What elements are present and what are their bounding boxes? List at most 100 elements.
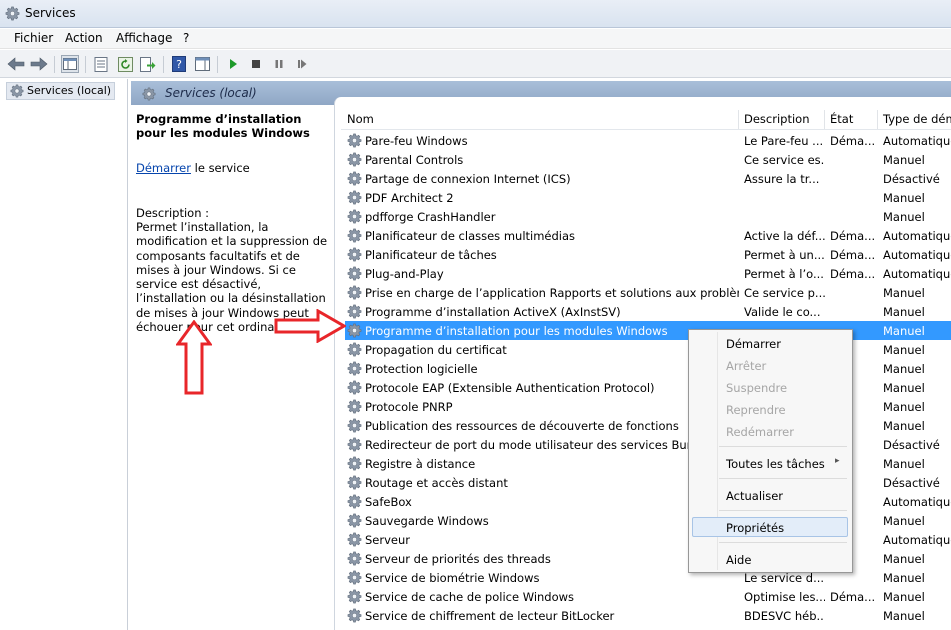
service-startup-type: Manuel — [883, 343, 925, 357]
service-startup-type: Automatique — [883, 267, 951, 281]
svg-text:?: ? — [176, 58, 182, 71]
table-row[interactable]: Service de biométrie Windows Le service d… — [345, 568, 951, 587]
service-name: Propagation du certificat — [365, 343, 507, 357]
toolbar-separator — [54, 56, 55, 73]
service-name: Serveur de priorités des threads — [365, 552, 551, 566]
context-menu-restart[interactable]: Redémarrer — [726, 425, 794, 439]
column-header-state[interactable]: État — [826, 110, 878, 129]
service-gear-icon — [347, 380, 362, 395]
table-row[interactable]: Serveur de priorités des threads Manuel — [345, 549, 951, 568]
menu-file[interactable]: Fichier — [14, 31, 53, 45]
service-description: BDESVC héb... — [744, 609, 825, 623]
service-startup-type: Manuel — [883, 324, 925, 338]
service-gear-icon — [347, 228, 362, 243]
service-description: Active la déf... — [744, 229, 825, 243]
back-arrow-icon[interactable] — [7, 55, 25, 73]
pause-service-icon[interactable] — [270, 55, 288, 73]
table-row[interactable]: Programme d’installation ActiveX (AxInst… — [345, 302, 951, 321]
service-gear-icon — [347, 285, 362, 300]
table-row[interactable]: Planificateur de classes multimédias Acti… — [345, 226, 951, 245]
column-header-description[interactable]: Description — [740, 110, 825, 129]
service-name: Partage de connexion Internet (ICS) — [365, 172, 571, 186]
service-state — [830, 286, 876, 300]
table-row[interactable]: PDF Architect 2 Manuel — [345, 188, 951, 207]
column-header-startup-type[interactable]: Type de démarrage — [879, 110, 951, 129]
refresh-icon[interactable] — [116, 55, 134, 73]
service-state — [830, 305, 876, 319]
table-row[interactable]: Protocole PNRP Manuel — [345, 397, 951, 416]
table-row[interactable]: Service de cache de police Windows Optimi… — [345, 587, 951, 606]
start-service-link[interactable]: Démarrer — [136, 161, 191, 175]
service-title: Programme d’installation pour les module… — [136, 112, 310, 140]
service-name: Service de chiffrement de lecteur BitLoc… — [365, 609, 615, 623]
export-list-icon[interactable] — [139, 55, 157, 73]
service-state: Déma... — [830, 248, 876, 262]
help-book-icon[interactable]: ? — [170, 55, 188, 73]
menu-view[interactable]: Affichage — [116, 31, 172, 45]
table-row[interactable]: Publication des ressources de découverte… — [345, 416, 951, 435]
context-menu-help[interactable]: Aide — [726, 553, 751, 567]
table-row[interactable]: Protection logicielle Manuel — [345, 359, 951, 378]
table-row[interactable]: Sauvegarde Windows Manuel — [345, 511, 951, 530]
menu-action[interactable]: Action — [65, 31, 103, 45]
table-row[interactable]: Registre à distance Manuel — [345, 454, 951, 473]
table-row[interactable]: Protocole EAP (Extensible Authentication… — [345, 378, 951, 397]
column-header-name[interactable]: Nom — [343, 110, 739, 129]
table-row[interactable]: SafeBox Automatique — [345, 492, 951, 511]
table-row[interactable]: Planificateur de tâches Permet à un... Dém… — [345, 245, 951, 264]
service-gear-icon — [347, 570, 362, 585]
show-hide-console-tree-icon[interactable] — [61, 55, 79, 73]
show-action-pane-icon[interactable] — [193, 55, 211, 73]
service-startup-type: Manuel — [883, 514, 925, 528]
table-row[interactable]: Parental Controls Ce service es... Manuel — [345, 150, 951, 169]
table-row[interactable]: Partage de connexion Internet (ICS) Assur… — [345, 169, 951, 188]
service-gear-icon — [347, 304, 362, 319]
restart-service-icon[interactable] — [293, 55, 311, 73]
properties-sheet-icon[interactable] — [92, 55, 110, 73]
service-name: SafeBox — [365, 495, 412, 509]
table-row[interactable]: Service de chiffrement de lecteur BitLoc… — [345, 606, 951, 625]
service-startup-type: Manuel — [883, 381, 925, 395]
tree-item-services-local[interactable]: Services (local) — [6, 82, 116, 100]
table-row[interactable]: Pare-feu Windows Le Pare-feu ... Déma... Au… — [345, 131, 951, 150]
services-gear-icon — [142, 87, 156, 101]
annotation-arrow-up-icon — [176, 320, 212, 395]
table-row[interactable]: Programme d’installation pour les module… — [345, 321, 951, 340]
menu-bar: Fichier Action Affichage ? — [0, 29, 951, 49]
start-service-play-icon[interactable] — [224, 55, 242, 73]
context-menu-resume[interactable]: Reprendre — [726, 403, 786, 417]
table-row[interactable]: Plug-and-Play Permet à l’o... Déma... Autom… — [345, 264, 951, 283]
submenu-arrow-icon: ▸ — [835, 456, 840, 466]
service-gear-icon — [347, 266, 362, 281]
service-startup-type: Manuel — [883, 191, 925, 205]
context-menu-all-tasks[interactable]: Toutes les tâches — [726, 457, 825, 471]
context-menu-properties[interactable]: Propriétés — [726, 521, 784, 535]
table-row[interactable]: Propagation du certificat Manuel — [345, 340, 951, 359]
context-menu-pause[interactable]: Suspendre — [726, 381, 787, 395]
table-row[interactable]: Prise en charge de l’application Rapport… — [345, 283, 951, 302]
forward-arrow-icon[interactable] — [30, 55, 48, 73]
menu-help[interactable]: ? — [183, 31, 189, 45]
description-label: Description : — [136, 206, 210, 220]
context-menu-start[interactable]: Démarrer — [726, 337, 781, 351]
service-gear-icon — [347, 171, 362, 186]
table-row[interactable]: Redirecteur de port du mode utilisateur … — [345, 435, 951, 454]
context-menu-separator — [719, 510, 847, 511]
table-row[interactable]: Routage et accès distant Désactivé — [345, 473, 951, 492]
service-startup-type: Désactivé — [883, 476, 940, 490]
service-gear-icon — [347, 437, 362, 452]
context-menu-stop[interactable]: Arrêter — [726, 359, 766, 373]
service-state — [830, 172, 876, 186]
table-row[interactable]: Serveur Automatique — [345, 530, 951, 549]
services-gear-icon — [10, 84, 24, 98]
service-description: Ce service es... — [744, 153, 825, 167]
content-header-title: Services (local) — [165, 86, 257, 100]
context-menu-refresh[interactable]: Actualiser — [726, 489, 783, 503]
table-row[interactable]: pdfforge CrashHandler Manuel — [345, 207, 951, 226]
service-startup-type: Manuel — [883, 153, 925, 167]
service-description: Permet à l’o... — [744, 267, 824, 281]
service-state: Déma... — [830, 229, 876, 243]
service-startup-type: Automatique — [883, 134, 951, 148]
service-gear-icon — [347, 513, 362, 528]
stop-service-icon[interactable] — [247, 55, 265, 73]
